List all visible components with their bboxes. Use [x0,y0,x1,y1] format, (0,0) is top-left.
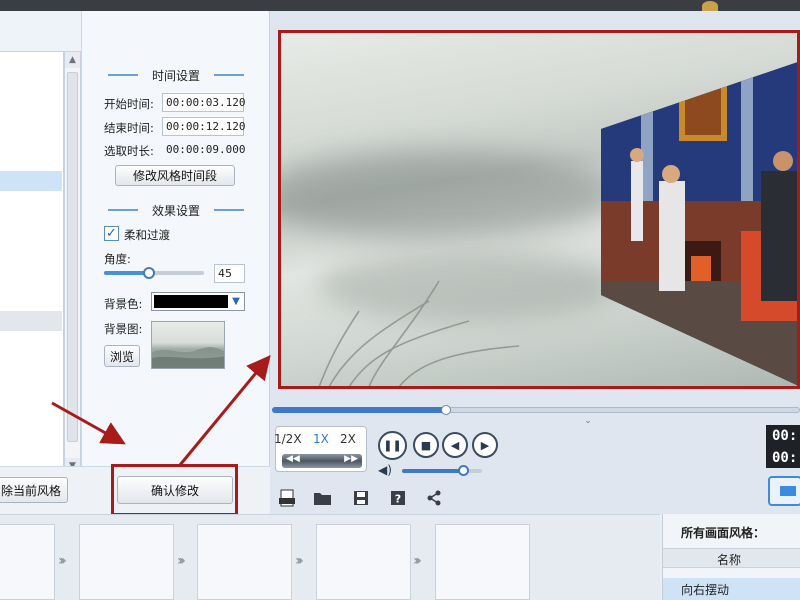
end-time-field[interactable]: 00:00:12.120 [162,117,245,136]
chevron-right-icon: ››› [58,553,67,569]
svg-text:?: ? [395,493,401,506]
export-icon [780,486,796,496]
title-bar [0,0,800,11]
prev-frame-icon[interactable]: ◀ [442,432,468,458]
new-icon[interactable] [277,489,297,507]
seek-progress [272,407,447,413]
style-list-item[interactable]: 向右摆动 [663,578,800,600]
speed-half[interactable]: 1/2X [274,432,302,446]
smooth-transition-checkbox[interactable]: ✓ [104,226,119,241]
timeline-slot[interactable] [79,524,174,600]
export-button[interactable] [768,476,800,506]
seek-bar[interactable] [272,405,800,415]
bg-image-label: 背景图: [104,322,143,336]
jog-shuttle[interactable]: ◀◀ ▶▶ [282,454,362,468]
angle-field[interactable]: 45 [214,264,245,283]
scroll-up-icon[interactable]: ▲ [65,52,80,68]
help-icon[interactable]: ? [388,489,408,507]
chevron-down-icon[interactable]: ▼ [230,296,242,308]
angle-label: 角度: [104,252,131,266]
next-frame-icon[interactable]: ▶ [472,432,498,458]
stop-icon[interactable]: ■ [413,432,439,458]
annotation-box-preview [278,30,800,389]
timeline-slot[interactable] [435,524,530,600]
all-styles-panel: 所有画面风格： 名称 向右摆动 [662,514,800,600]
bg-color-swatch [154,295,228,308]
smooth-transition-label: 柔和过渡 [124,228,170,242]
timeline-strip: ››› ››› ››› ››› [0,514,660,600]
bg-color-picker[interactable]: ▼ [151,292,245,311]
chevron-right-icon: ››› [177,553,186,569]
bg-color-label: 背景色: [104,297,143,311]
chevron-right-icon: ››› [413,553,422,569]
annotation-arrows [51,355,271,466]
timeline-slot[interactable] [0,524,55,600]
collapse-chevron-icon[interactable]: ⌄ [580,416,596,426]
start-time-label: 开始时间: [104,97,154,111]
start-time-field[interactable]: 00:00:03.120 [162,93,245,112]
duration-value: 00:00:09.000 [166,143,246,156]
app-logo-icon [702,1,718,11]
modify-time-range-button[interactable]: 修改风格时间段 [115,165,235,186]
timeline-slot[interactable] [197,524,292,600]
speed-double[interactable]: 2X [340,432,356,446]
timeline-slot[interactable] [316,524,411,600]
all-styles-header: 所有画面风格： [681,526,766,540]
speed-normal[interactable]: 1X [313,432,329,446]
pause-icon[interactable]: ❚❚ [378,431,407,460]
save-icon[interactable] [351,489,371,507]
current-time-display: 00: [766,425,800,448]
list-item-selected[interactable] [0,171,62,191]
name-column-header: 名称 [717,553,742,567]
list-item[interactable] [0,311,62,331]
total-time-display: 00: [766,448,800,468]
speaker-icon[interactable]: ◀) [378,463,392,477]
volume-knob[interactable] [457,465,469,476]
open-folder-icon[interactable] [313,489,333,507]
seek-knob[interactable] [441,405,452,415]
angle-slider-knob[interactable] [143,267,155,279]
style-list-item-label: 向右摆动 [681,583,730,597]
volume-control[interactable]: ◀) [378,463,488,478]
duration-label: 选取时长: [104,144,154,158]
chevron-right-icon: ››› [295,553,304,569]
style-list-header-row: 名称 [663,548,800,568]
volume-fill [402,469,463,473]
share-icon[interactable] [424,489,444,507]
speed-control: 1/2X 1X 2X ◀◀ ▶▶ [274,426,367,472]
end-time-label: 结束时间: [104,121,154,135]
